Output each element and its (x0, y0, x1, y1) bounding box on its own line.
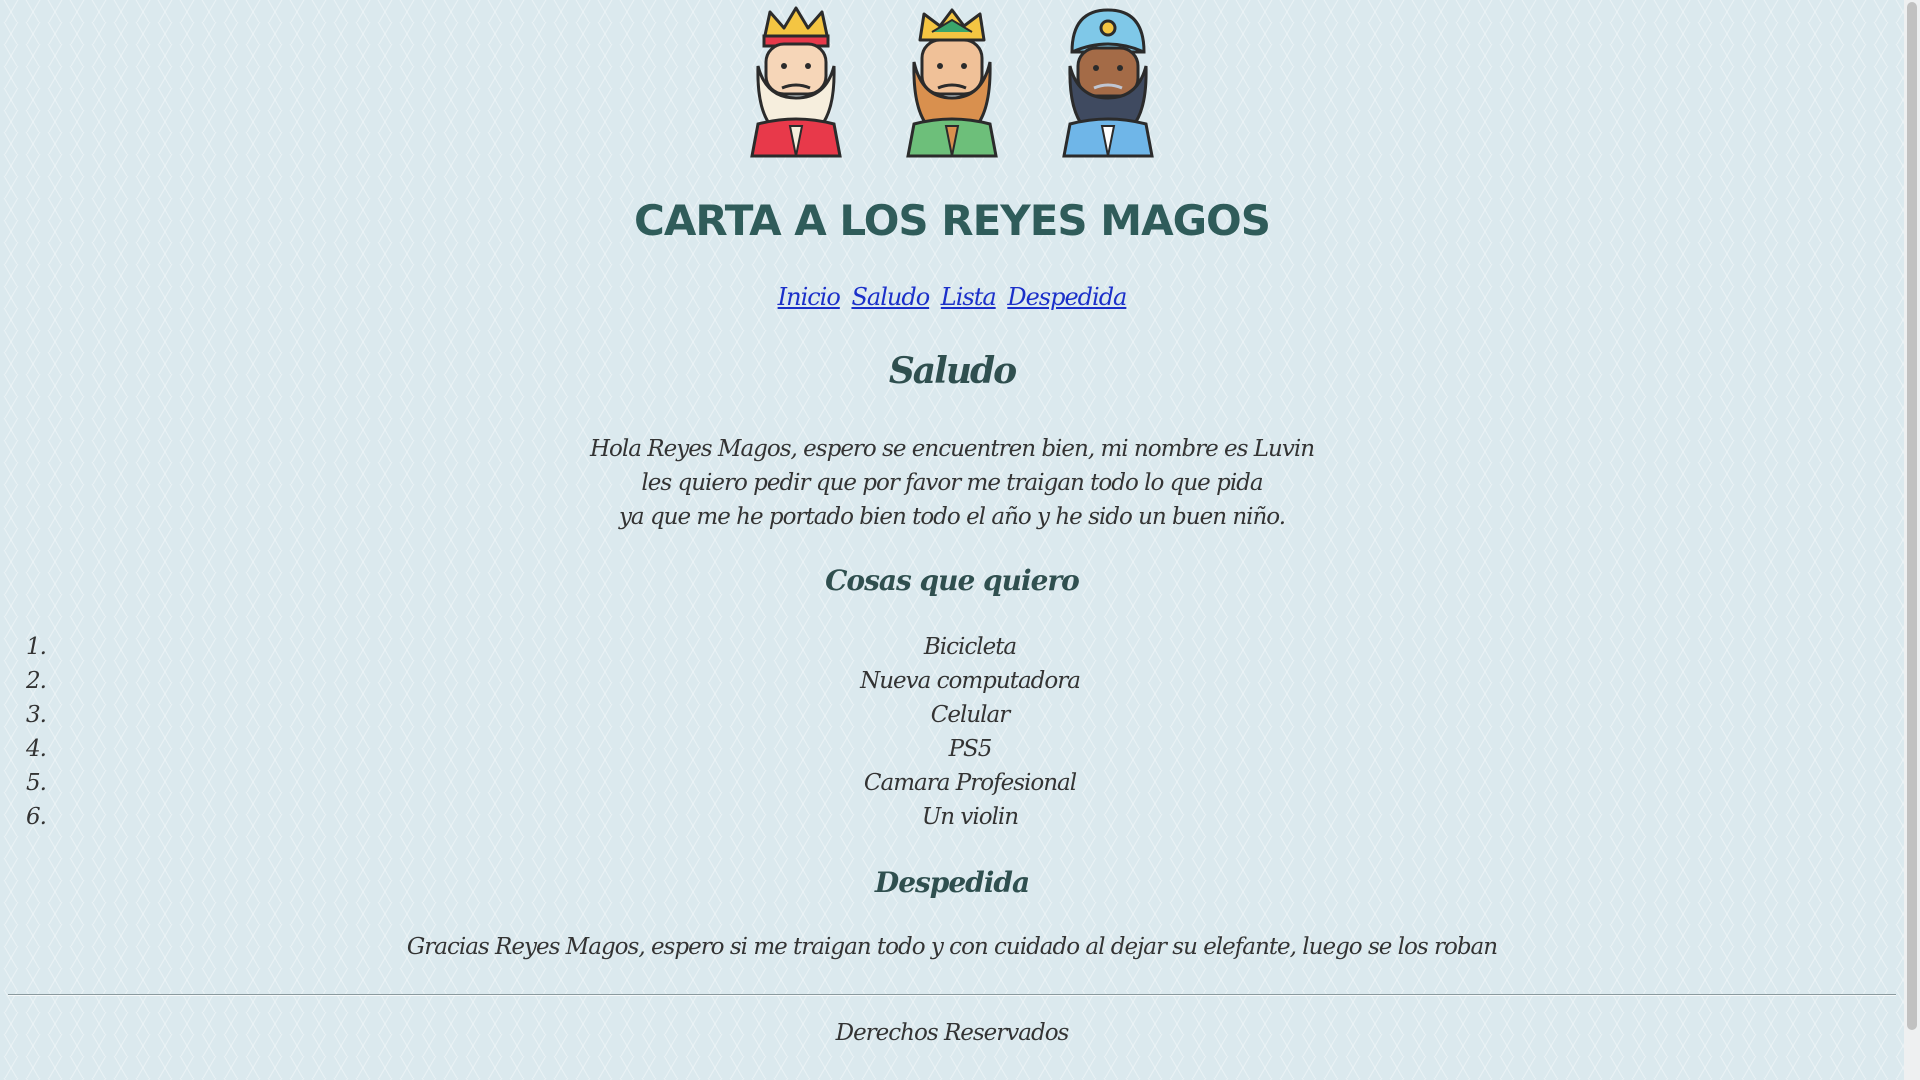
list-number: 1. (26, 634, 47, 660)
list-text: Un violin (921, 804, 1019, 830)
saludo-line: les quiero pedir que por favor me traiga… (641, 470, 1263, 496)
list-number: 3. (26, 702, 47, 728)
saludo-line: ya que me he portado bien todo el año y … (618, 504, 1286, 530)
saludo-paragraph: Hola Reyes Magos, espero se encuentren b… (0, 432, 1904, 534)
list-text: Bicicleta (923, 634, 1017, 660)
list-item: 6. Un violin (0, 800, 1904, 834)
list-text: Camara Profesional (863, 770, 1077, 796)
list-item: 4. PS5 (0, 732, 1904, 766)
vertical-scrollbar[interactable] (1904, 0, 1920, 1080)
king-baltasar-icon (1062, 8, 1154, 158)
saludo-heading: Saludo (888, 350, 1017, 392)
main-nav: Inicio Saludo Lista Despedida (0, 283, 1904, 311)
saludo-line: Hola Reyes Magos, espero se encuentren b… (589, 436, 1315, 462)
footer-divider (8, 994, 1896, 996)
list-item: 1. Bicicleta (0, 630, 1904, 664)
list-number: 5. (26, 770, 47, 796)
kings-illustration (0, 6, 1904, 158)
nav-link-inicio[interactable]: Inicio (778, 283, 841, 311)
wishlist-heading: Cosas que quiero (825, 564, 1080, 597)
nav-link-saludo[interactable]: Saludo (851, 283, 930, 311)
list-text: Celular (930, 702, 1010, 728)
scrollbar-thumb[interactable] (1907, 2, 1917, 1030)
footer-text: Derechos Reservados (835, 1020, 1070, 1046)
list-item: 2. Nueva computadora (0, 664, 1904, 698)
list-number: 6. (26, 804, 47, 830)
nav-link-lista[interactable]: Lista (941, 283, 997, 311)
list-text: Nueva computadora (860, 668, 1081, 694)
list-item: 5. Camara Profesional (0, 766, 1904, 800)
list-item: 3. Celular (0, 698, 1904, 732)
list-number: 2. (26, 668, 47, 694)
king-melchor-icon (750, 6, 842, 158)
list-text: PS5 (948, 736, 993, 762)
nav-link-despedida[interactable]: Despedida (1007, 283, 1127, 311)
page: CARTA A LOS REYES MAGOS Inicio Saludo Li… (0, 0, 1904, 1080)
list-number: 4. (26, 736, 47, 762)
king-gaspar-icon (906, 8, 998, 158)
wishlist: 1. Bicicleta 2. Nueva computadora 3. Celula… (0, 630, 1904, 834)
despedida-text: Gracias Reyes Magos, espero si me traiga… (406, 934, 1498, 960)
despedida-heading: Despedida (874, 866, 1030, 899)
page-title: CARTA A LOS REYES MAGOS (634, 196, 1271, 245)
